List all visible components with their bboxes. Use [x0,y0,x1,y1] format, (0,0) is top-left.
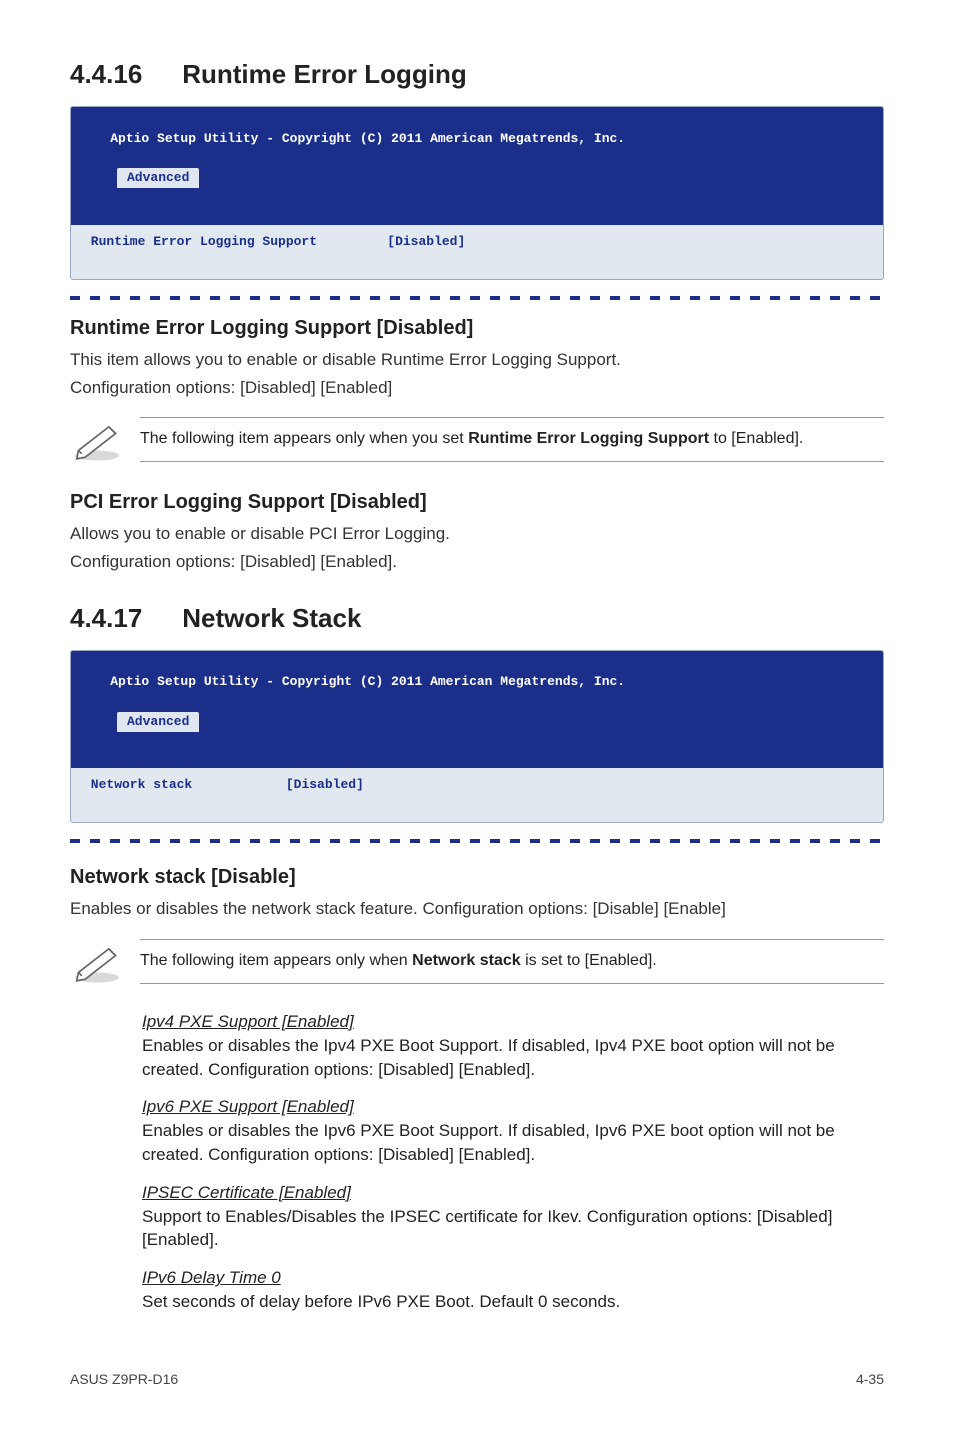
bios-row-value: [Disabled] [387,234,465,249]
note-strong: Runtime Error Logging Support [468,430,709,447]
sub-item-desc: Enables or disables the Ipv6 PXE Boot Su… [142,1119,884,1167]
sub-item-desc: Enables or disables the Ipv4 PXE Boot Su… [142,1034,884,1082]
sub-item-desc: Set seconds of delay before IPv6 PXE Boo… [142,1290,884,1314]
paragraph: Configuration options: [Disabled] [Enabl… [70,550,884,574]
note-block: The following item appears only when Net… [70,939,884,992]
note-text: The following item appears only when you… [140,417,884,461]
note-text-part: to [Enabled]. [709,430,803,447]
note-text-part: is set to [Enabled]. [521,952,657,969]
note-strong: Network stack [412,952,521,969]
bios-header: Aptio Setup Utility - Copyright (C) 2011… [71,107,883,224]
section-heading-4-4-17: 4.4.17 Network Stack [70,600,884,636]
bios-dashed-edge [70,296,884,300]
page-footer: ASUS Z9PR-D16 4-35 [70,1370,884,1390]
section-number: 4.4.16 [70,56,175,92]
bios-row-label: Runtime Error Logging Support [83,234,317,249]
bios-body: Network stack [Disabled] [71,768,883,822]
sub-item-desc: Support to Enables/Disables the IPSEC ce… [142,1205,884,1253]
subsection-pci-support: PCI Error Logging Support [Disabled] [70,488,884,516]
note-text-part: The following item appears only when [140,952,412,969]
paragraph: Configuration options: [Disabled] [Enabl… [70,376,884,400]
pencil-icon [70,939,140,992]
section-heading-4-4-16: 4.4.16 Runtime Error Logging [70,56,884,92]
bios-row-value: [Disabled] [286,777,364,792]
bios-header-text: Aptio Setup Utility - Copyright (C) 2011… [110,674,625,689]
bios-header: Aptio Setup Utility - Copyright (C) 2011… [71,651,883,768]
pencil-icon [70,417,140,470]
footer-right: 4-35 [856,1370,884,1390]
bios-panel-network-stack: Aptio Setup Utility - Copyright (C) 2011… [70,650,884,823]
paragraph: Enables or disables the network stack fe… [70,897,884,921]
section-title: Network Stack [182,603,361,633]
bios-panel-runtime-error-logging: Aptio Setup Utility - Copyright (C) 2011… [70,106,884,279]
sub-item-title: Ipv4 PXE Support [Enabled] [142,1010,884,1034]
sub-item-title: IPv6 Delay Time 0 [142,1266,884,1290]
bios-body: Runtime Error Logging Support [Disabled] [71,225,883,279]
sub-items: Ipv4 PXE Support [Enabled] Enables or di… [70,1010,884,1314]
bios-header-text: Aptio Setup Utility - Copyright (C) 2011… [110,131,625,146]
paragraph: Allows you to enable or disable PCI Erro… [70,522,884,546]
section-number: 4.4.17 [70,600,175,636]
bios-row: Runtime Error Logging Support [Disabled] [83,233,871,251]
subsection-rel-support: Runtime Error Logging Support [Disabled] [70,314,884,342]
sub-item-title: Ipv6 PXE Support [Enabled] [142,1095,884,1119]
bios-dashed-edge [70,839,884,843]
bios-row-label: Network stack [83,777,192,792]
paragraph: This item allows you to enable or disabl… [70,348,884,372]
bios-row: Network stack [Disabled] [83,776,871,794]
note-text: The following item appears only when Net… [140,939,884,983]
section-title: Runtime Error Logging [182,59,467,89]
sub-item-title: IPSEC Certificate [Enabled] [142,1181,884,1205]
note-block: The following item appears only when you… [70,417,884,470]
footer-left: ASUS Z9PR-D16 [70,1370,178,1390]
bios-tab-advanced: Advanced [117,712,199,732]
subsection-network-stack: Network stack [Disable] [70,863,884,891]
note-text-part: The following item appears only when you… [140,430,468,447]
bios-tab-advanced: Advanced [117,168,199,188]
